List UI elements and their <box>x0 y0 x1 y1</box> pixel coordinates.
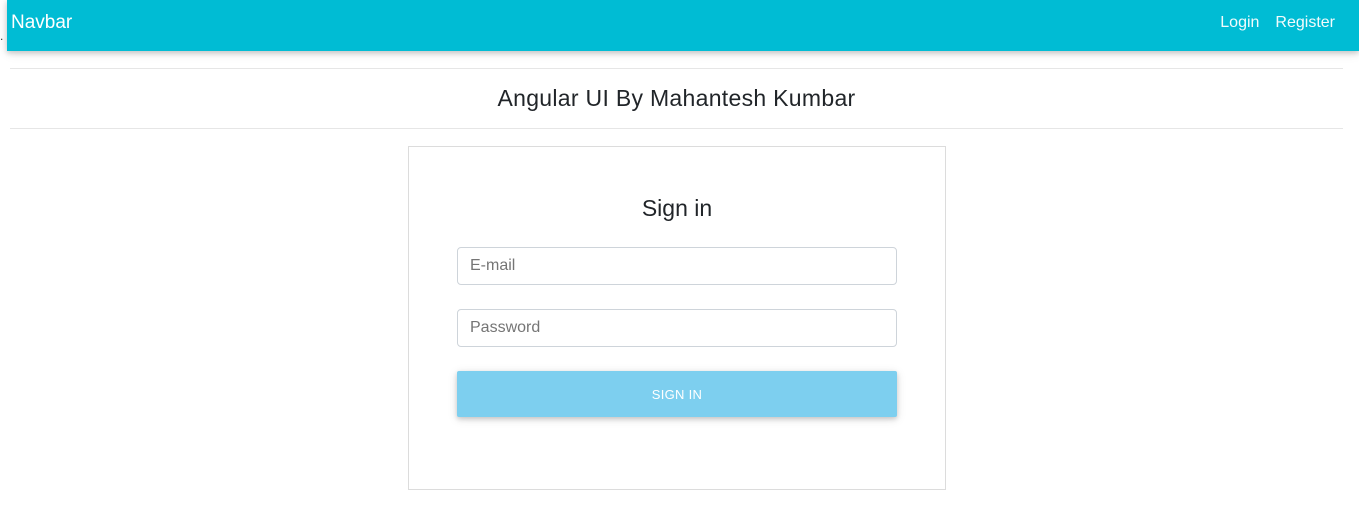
page-header: Angular UI By Mahantesh Kumbar <box>10 68 1343 129</box>
navbar-links: Login Register <box>1204 14 1335 32</box>
signin-title: Sign in <box>641 195 713 221</box>
nav-link-register[interactable]: Register <box>1275 14 1335 32</box>
nav-link-login[interactable]: Login <box>1220 14 1259 32</box>
stray-dot-text: . <box>0 29 4 43</box>
signin-card: Sign in SIGN IN <box>408 146 946 490</box>
top-navbar: Navbar Login Register <box>7 0 1359 51</box>
page-title: Angular UI By Mahantesh Kumbar <box>497 85 856 111</box>
navbar-brand-link[interactable]: Navbar <box>11 12 72 34</box>
signin-button[interactable]: SIGN IN <box>457 371 897 417</box>
email-input[interactable] <box>457 247 897 285</box>
password-input[interactable] <box>457 309 897 347</box>
